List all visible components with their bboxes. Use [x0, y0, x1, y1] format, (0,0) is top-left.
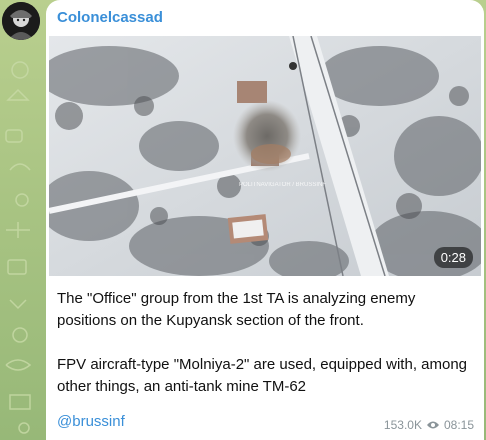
view-count: 153.0K [383, 418, 422, 432]
channel-avatar[interactable] [2, 2, 40, 40]
video-frame: POLITNAVIGATOR / BRUSSINF [49, 36, 481, 276]
channel-name[interactable]: Colonelcassad [57, 9, 163, 26]
message-caption: The "Office" group from the 1st TA is an… [57, 288, 475, 420]
video-duration-badge: 0:28 [433, 247, 473, 268]
avatar-icon [2, 2, 40, 40]
video-thumbnail[interactable]: POLITNAVIGATOR / BRUSSINF 0:28 [49, 36, 481, 276]
caption-paragraph-1: The "Office" group from the 1st TA is an… [57, 290, 416, 329]
caption-paragraph-2: FPV aircraft-type "Molniya-2" are used, … [57, 356, 468, 395]
message-bubble: Colonelcassad POLITNAVIGATOR / BRUSSINF … [46, 0, 484, 440]
message-time: 08:15 [443, 418, 474, 432]
signature-link[interactable]: @brussinf [57, 413, 125, 430]
eye-icon [426, 421, 439, 429]
message-meta: 153.0K 08:15 [384, 418, 474, 432]
video-watermark: POLITNAVIGATOR / BRUSSINF [239, 182, 326, 188]
